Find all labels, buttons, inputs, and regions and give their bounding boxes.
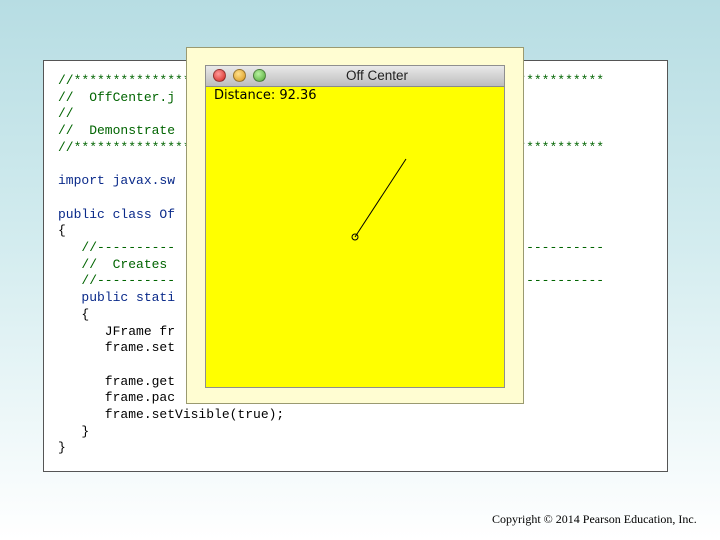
window-titlebar[interactable]: Off Center xyxy=(206,66,504,87)
code-line: public stati xyxy=(58,290,176,306)
off-center-window[interactable]: Off Center Distance: 92.36 xyxy=(205,65,505,388)
code-line: } xyxy=(58,423,90,439)
code-line: frame.pac xyxy=(58,390,176,406)
code-line: // Demonstrate xyxy=(58,123,176,139)
code-line: // Creates xyxy=(58,256,168,272)
drawing-canvas[interactable] xyxy=(206,87,504,387)
code-line: } xyxy=(58,440,66,456)
code-line: public class Of xyxy=(58,206,176,222)
distance-readout: Distance: 92.36 xyxy=(214,88,317,103)
code-line: frame.setVisible(true); xyxy=(58,407,285,423)
code-line: import javax.sw xyxy=(58,173,176,189)
code-line: JFrame fr xyxy=(58,323,176,339)
code-line: // OffCenter.j xyxy=(58,89,176,105)
code-line: { xyxy=(58,223,66,239)
window-title: Off Center xyxy=(345,68,409,83)
code-line: // xyxy=(58,106,74,122)
copyright-notice: Copyright © 2014 Pearson Education, Inc. xyxy=(492,512,697,526)
code-line: { xyxy=(58,306,90,322)
distance-line xyxy=(354,158,407,238)
code-line: frame.get xyxy=(58,373,176,389)
